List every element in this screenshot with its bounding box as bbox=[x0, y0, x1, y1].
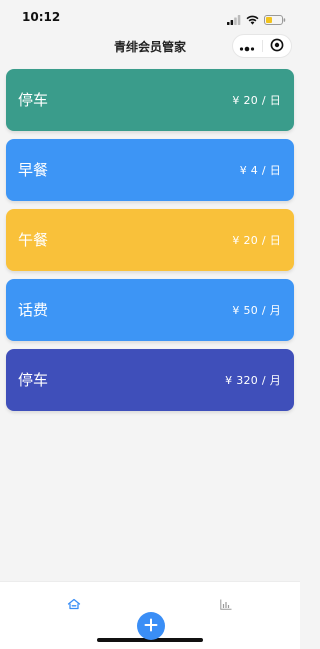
status-icons bbox=[227, 10, 286, 29]
battery-icon bbox=[264, 10, 286, 29]
app-screen: 10:12 青绯会员管家 停车 ¥ 20 / 日 早餐 ¥ 4 / 日 午餐 ¥… bbox=[0, 0, 300, 649]
card-price: ¥ 320 / 月 bbox=[225, 374, 281, 387]
mini-program-capsule bbox=[232, 34, 292, 58]
add-button[interactable] bbox=[137, 612, 165, 640]
status-bar: 10:12 bbox=[0, 0, 300, 34]
wifi-icon bbox=[246, 10, 259, 29]
membership-card[interactable]: 午餐 ¥ 20 / 日 bbox=[6, 209, 294, 271]
card-price: ¥ 4 / 日 bbox=[239, 164, 281, 177]
card-name: 早餐 bbox=[18, 161, 49, 179]
membership-card-list: 停车 ¥ 20 / 日 早餐 ¥ 4 / 日 午餐 ¥ 20 / 日 话费 ¥ … bbox=[6, 69, 294, 419]
close-button[interactable] bbox=[263, 35, 292, 57]
card-name: 午餐 bbox=[18, 231, 49, 249]
tab-home[interactable] bbox=[64, 595, 84, 613]
nav-bar: 青绯会员管家 bbox=[0, 34, 300, 62]
home-icon bbox=[67, 595, 81, 614]
card-price: ¥ 50 / 月 bbox=[232, 304, 281, 317]
bar-chart-icon bbox=[220, 595, 232, 614]
target-circle-icon bbox=[270, 37, 284, 56]
more-dots-icon bbox=[239, 37, 255, 56]
card-price: ¥ 20 / 日 bbox=[232, 234, 281, 247]
membership-card[interactable]: 早餐 ¥ 4 / 日 bbox=[6, 139, 294, 201]
more-button[interactable] bbox=[233, 35, 262, 57]
card-name: 话费 bbox=[18, 301, 49, 319]
membership-card[interactable]: 停车 ¥ 20 / 日 bbox=[6, 69, 294, 131]
card-name: 停车 bbox=[18, 371, 49, 389]
card-name: 停车 bbox=[18, 91, 49, 109]
card-price: ¥ 20 / 日 bbox=[232, 94, 281, 107]
plus-icon bbox=[144, 617, 158, 636]
membership-card[interactable]: 话费 ¥ 50 / 月 bbox=[6, 279, 294, 341]
cellular-signal-icon bbox=[227, 10, 241, 29]
tab-statistics[interactable] bbox=[216, 595, 236, 613]
status-time: 10:12 bbox=[22, 10, 61, 24]
membership-card[interactable]: 停车 ¥ 320 / 月 bbox=[6, 349, 294, 411]
